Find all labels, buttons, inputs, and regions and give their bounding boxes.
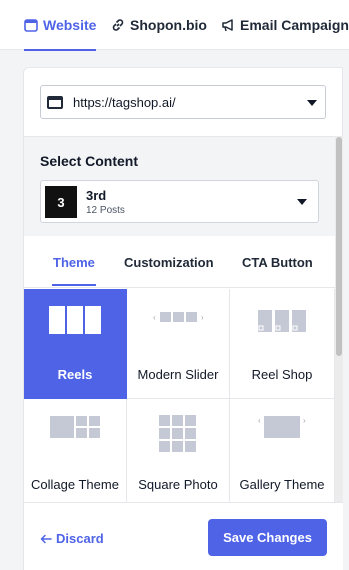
theme-option-gallery[interactable]: ‹ › Gallery Theme: [230, 399, 335, 509]
gallery-theme-icon: ‹ ›: [258, 416, 306, 438]
active-tab-underline: [24, 49, 97, 51]
theme-option-reel-shop[interactable]: Reel Shop: [230, 289, 335, 399]
theme-option-square-photo[interactable]: Square Photo: [127, 399, 230, 509]
arrow-left-icon: [40, 534, 52, 543]
tab-cta-button[interactable]: CTA Button: [242, 255, 313, 270]
tab-theme-label: Theme: [53, 255, 95, 270]
website-url-select[interactable]: https://tagshop.ai/: [40, 85, 326, 119]
square-photo-theme-icon: [159, 415, 196, 452]
collage-theme-icon: [50, 416, 100, 438]
svg-text:‹: ‹: [258, 416, 261, 425]
chevron-down-icon: [307, 100, 317, 106]
theme-option-reels[interactable]: Reels: [24, 289, 127, 399]
panel-footer: Discard Save Changes: [24, 502, 343, 570]
svg-text:‹: ‹: [153, 313, 156, 322]
tab-website-label: Website: [43, 17, 97, 33]
tab-customization[interactable]: Customization: [124, 255, 214, 270]
theme-label: Reel Shop: [251, 367, 313, 382]
theme-option-modern-slider[interactable]: ‹ › Modern Slider: [127, 289, 230, 399]
website-url-value: https://tagshop.ai/: [73, 94, 176, 110]
tab-customization-label: Customization: [124, 255, 214, 270]
tab-cta-button-label: CTA Button: [242, 255, 313, 270]
select-content-title: Select Content: [40, 153, 139, 169]
settings-panel: https://tagshop.ai/ Select Content 3 3rd…: [23, 67, 343, 570]
svg-text:›: ›: [303, 416, 306, 425]
chevron-down-icon: [297, 199, 307, 205]
tab-email-campaign[interactable]: Email Campaign: [221, 0, 349, 50]
tab-email-campaign-label: Email Campaign: [240, 17, 349, 33]
save-changes-button[interactable]: Save Changes: [208, 519, 327, 556]
tab-shopon-bio-label: Shopon.bio: [130, 17, 207, 33]
theme-option-collage[interactable]: Collage Theme: [24, 399, 127, 509]
content-thumbnail-badge: 3: [45, 186, 77, 218]
theme-tab-bar: Theme Customization CTA Button: [24, 237, 335, 288]
active-tab-underline: [52, 284, 96, 286]
link-icon: [112, 19, 124, 31]
tab-website[interactable]: Website: [24, 0, 97, 51]
theme-label: Collage Theme: [31, 477, 119, 492]
browser-window-icon: [47, 95, 63, 109]
browser-window-icon: [24, 18, 38, 32]
theme-label: Square Photo: [138, 477, 218, 492]
modern-slider-theme-icon: ‹ ›: [153, 312, 204, 322]
svg-text:›: ›: [201, 313, 204, 322]
content-name: 3rd: [86, 188, 107, 203]
tab-theme[interactable]: Theme: [52, 255, 96, 286]
discard-label: Discard: [56, 531, 104, 546]
select-content-section: Select Content 3 3rd 12 Posts: [24, 136, 335, 236]
discard-button[interactable]: Discard: [40, 531, 104, 546]
reels-theme-icon: [49, 306, 101, 334]
theme-label: Modern Slider: [137, 367, 219, 382]
megaphone-icon: [222, 19, 233, 32]
theme-label: Gallery Theme: [239, 477, 325, 492]
tab-shopon-bio[interactable]: Shopon.bio: [111, 0, 207, 50]
content-select-dropdown[interactable]: 3 3rd 12 Posts: [40, 180, 319, 223]
theme-label: Reels: [57, 367, 93, 382]
scrollbar-thumb[interactable]: [336, 137, 342, 356]
top-tab-bar: Website Shopon.bio Email Campaign: [0, 0, 349, 51]
reel-shop-theme-icon: [258, 310, 306, 332]
content-post-count: 12 Posts: [86, 205, 125, 216]
